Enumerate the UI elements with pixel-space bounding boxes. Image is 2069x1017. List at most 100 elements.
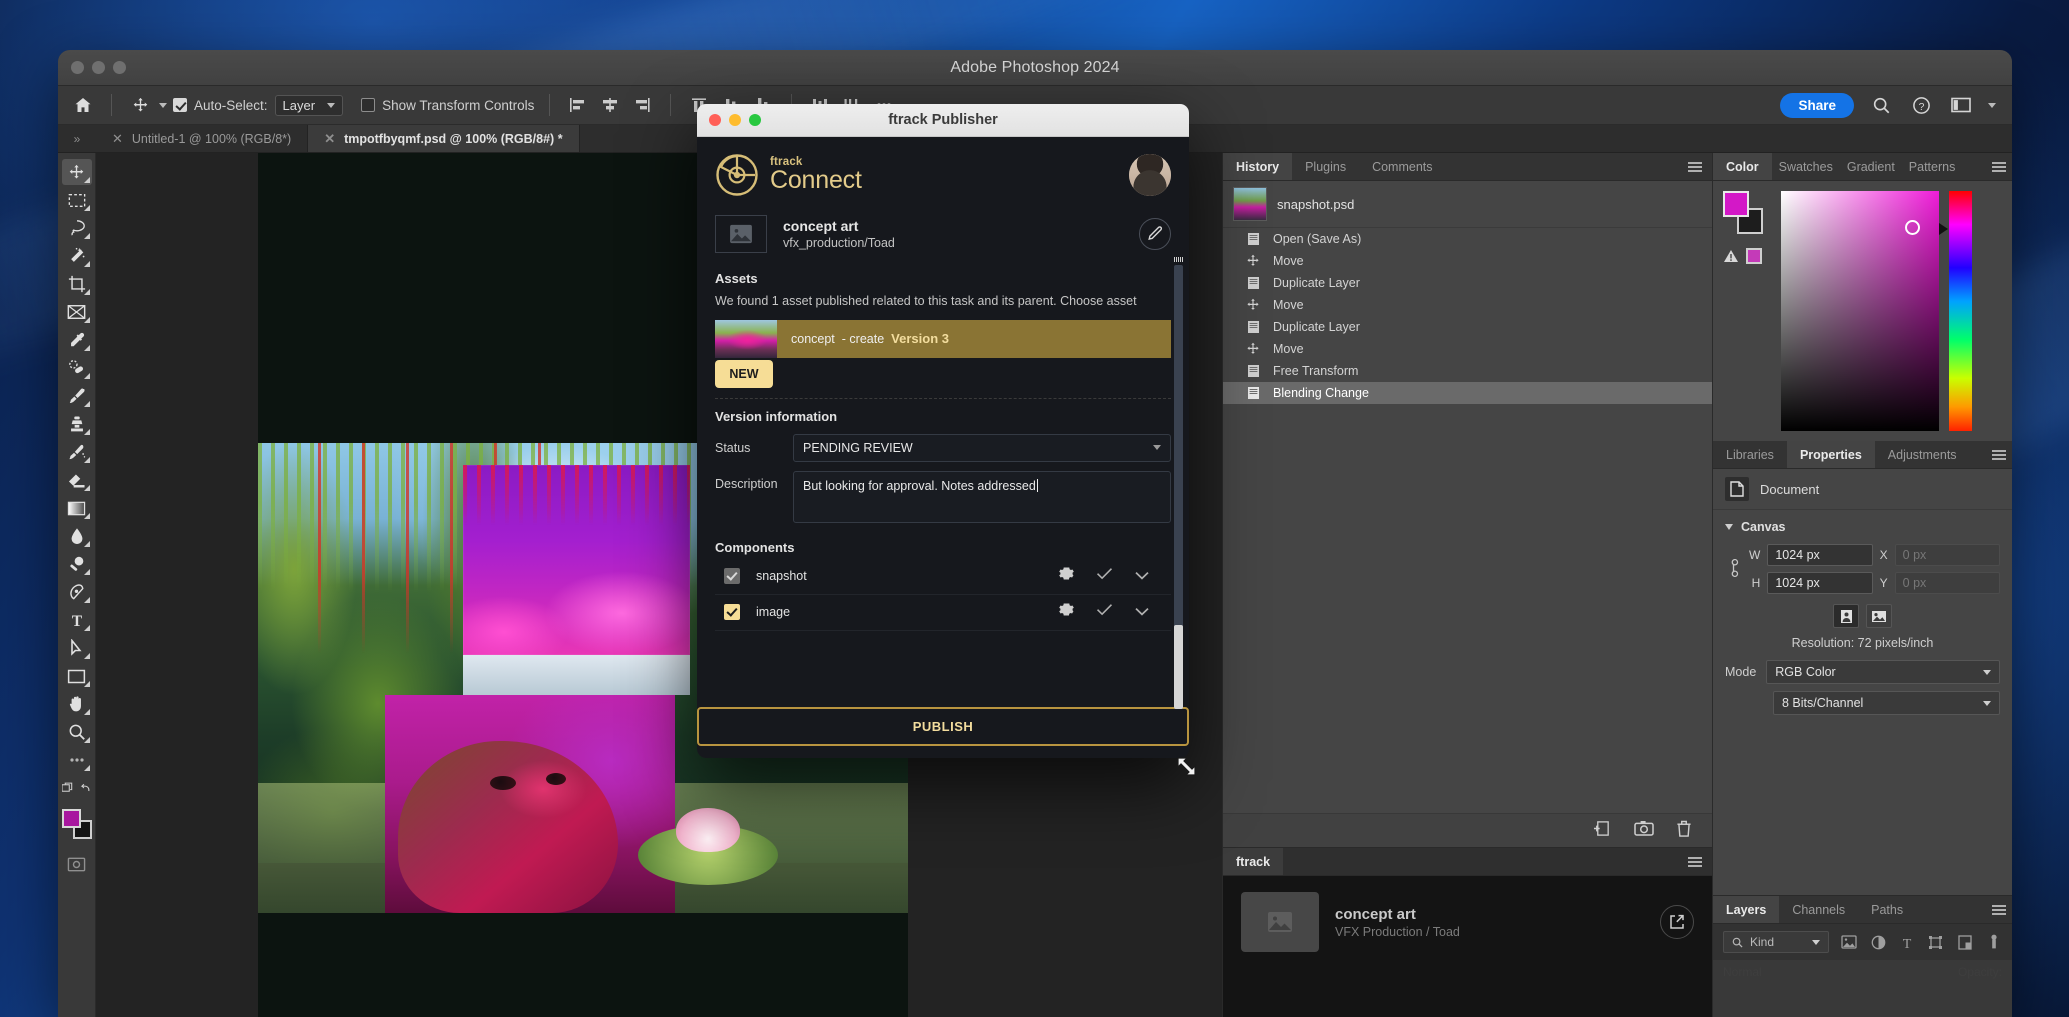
- publisher-scrollbar[interactable]: [1174, 257, 1183, 709]
- auto-select-checkbox[interactable]: [173, 98, 187, 112]
- description-input[interactable]: But looking for approval. Notes addresse…: [793, 470, 1171, 523]
- filter-smart-object-icon[interactable]: [1956, 933, 1973, 951]
- history-item[interactable]: Duplicate Layer: [1223, 272, 1712, 294]
- brush-icon[interactable]: [62, 383, 92, 409]
- chevron-down-icon[interactable]: [1135, 603, 1149, 621]
- panel-menu-icon[interactable]: [1992, 153, 2012, 180]
- edit-toolbar-icon[interactable]: [62, 747, 92, 773]
- filter-adjustment-icon[interactable]: [1870, 933, 1887, 951]
- y-input[interactable]: 0 px: [1894, 572, 2000, 594]
- tab-gradient[interactable]: Gradient: [1840, 153, 1902, 180]
- move-tool-chevron-icon[interactable]: [159, 102, 167, 108]
- gear-icon[interactable]: [1059, 602, 1074, 622]
- auto-select-dropdown[interactable]: Layer: [274, 94, 344, 116]
- filter-pixel-icon[interactable]: [1841, 933, 1858, 951]
- hand-icon[interactable]: [62, 691, 92, 717]
- history-item[interactable]: Move: [1223, 338, 1712, 360]
- scrollbar-thumb[interactable]: [1174, 625, 1183, 709]
- landscape-orientation-icon[interactable]: [1866, 604, 1892, 628]
- rectangle-shape-icon[interactable]: [62, 663, 92, 689]
- x-input[interactable]: 0 px: [1894, 544, 2000, 566]
- chevron-down-icon[interactable]: [1135, 567, 1149, 585]
- create-document-from-state-icon[interactable]: [1593, 820, 1612, 842]
- component-row[interactable]: image: [715, 595, 1171, 631]
- hue-slider-marker[interactable]: [1939, 223, 1948, 235]
- magic-wand-icon[interactable]: [62, 243, 92, 269]
- tab-overflow-icon[interactable]: »: [58, 125, 96, 152]
- user-avatar[interactable]: [1129, 154, 1171, 196]
- tab-ftrack[interactable]: ftrack: [1223, 848, 1284, 875]
- document-tab-untitled[interactable]: ✕ Untitled-1 @ 100% (RGB/8*): [96, 125, 309, 152]
- home-icon[interactable]: [70, 92, 96, 118]
- create-snapshot-icon[interactable]: [1634, 820, 1654, 841]
- gradient-icon[interactable]: [62, 495, 92, 521]
- height-input[interactable]: 1024 px: [1767, 572, 1873, 594]
- tab-plugins[interactable]: Plugins: [1292, 153, 1359, 180]
- portrait-orientation-icon[interactable]: [1833, 604, 1859, 628]
- history-item[interactable]: Open (Save As): [1223, 228, 1712, 250]
- lasso-icon[interactable]: [62, 215, 92, 241]
- panel-menu-icon[interactable]: [1688, 153, 1712, 180]
- blend-mode-value[interactable]: Normal: [1723, 965, 1762, 979]
- dodge-icon[interactable]: [62, 551, 92, 577]
- component-checkbox[interactable]: [724, 568, 740, 585]
- workspace-icon[interactable]: [1948, 92, 1974, 118]
- move-tool-icon[interactable]: [127, 92, 153, 118]
- gamut-substitute-swatch[interactable]: [1746, 248, 1762, 264]
- show-transform-checkbox[interactable]: [361, 98, 376, 112]
- delete-icon[interactable]: [1676, 820, 1692, 842]
- canvas-section-title[interactable]: Canvas: [1725, 520, 2000, 534]
- eyedropper-icon[interactable]: [62, 327, 92, 353]
- history-brush-icon[interactable]: [62, 439, 92, 465]
- link-icon[interactable]: [1725, 558, 1741, 580]
- history-item[interactable]: Duplicate Layer: [1223, 316, 1712, 338]
- type-icon[interactable]: T: [62, 607, 92, 633]
- history-item-selected[interactable]: Blending Change: [1223, 382, 1712, 404]
- component-row[interactable]: snapshot: [715, 559, 1171, 595]
- history-item[interactable]: Move: [1223, 250, 1712, 272]
- close-icon[interactable]: ✕: [112, 132, 123, 145]
- filter-toggle-icon[interactable]: [1985, 933, 2002, 951]
- color-mode-dropdown[interactable]: RGB Color: [1766, 660, 2000, 684]
- tab-adjustments[interactable]: Adjustments: [1875, 441, 1970, 468]
- color-field[interactable]: [1781, 191, 1939, 431]
- chevron-down-icon[interactable]: [1988, 102, 1996, 108]
- tab-channels[interactable]: Channels: [1779, 896, 1858, 923]
- history-snapshot-row[interactable]: snapshot.psd: [1223, 181, 1712, 228]
- move-tool-icon[interactable]: [61, 159, 92, 185]
- pencil-icon[interactable]: [1139, 218, 1171, 250]
- check-icon[interactable]: [1096, 603, 1113, 621]
- tab-layers[interactable]: Layers: [1713, 896, 1780, 923]
- history-item[interactable]: Move: [1223, 294, 1712, 316]
- layer-kind-dropdown[interactable]: Kind: [1723, 931, 1829, 953]
- check-icon[interactable]: [1096, 567, 1113, 585]
- quick-mask-and-history-icons[interactable]: [61, 775, 92, 801]
- align-left-icon[interactable]: [565, 92, 591, 118]
- pen-icon[interactable]: [62, 579, 92, 605]
- clone-stamp-icon[interactable]: [62, 411, 92, 437]
- width-input[interactable]: 1024 px: [1767, 544, 1873, 566]
- filter-type-icon[interactable]: T: [1899, 933, 1916, 951]
- tab-patterns[interactable]: Patterns: [1902, 153, 1963, 180]
- chevron-down-icon[interactable]: [1725, 524, 1733, 530]
- history-item[interactable]: Free Transform: [1223, 360, 1712, 382]
- scrollbar-grip[interactable]: [1174, 257, 1183, 262]
- share-button[interactable]: Share: [1780, 92, 1854, 118]
- component-checkbox[interactable]: [724, 604, 740, 621]
- asset-option-row[interactable]: concept - create Version 3: [715, 319, 1171, 358]
- crop-icon[interactable]: [62, 271, 92, 297]
- tab-swatches[interactable]: Swatches: [1772, 153, 1840, 180]
- foreground-color-swatch[interactable]: [61, 809, 81, 828]
- foreground-background-color[interactable]: [61, 809, 92, 839]
- hue-slider[interactable]: [1939, 191, 1972, 431]
- gear-icon[interactable]: [1059, 566, 1074, 586]
- eraser-icon[interactable]: [62, 467, 92, 493]
- align-center-horizontal-icon[interactable]: [597, 92, 623, 118]
- blur-drop-icon[interactable]: [62, 523, 92, 549]
- tab-color[interactable]: Color: [1713, 153, 1772, 180]
- publish-button[interactable]: PUBLISH: [697, 707, 1189, 746]
- ftrack-publisher-dialog[interactable]: ftrack Publisher ftrack Connect concept …: [697, 104, 1189, 758]
- help-icon[interactable]: ?: [1908, 92, 1934, 118]
- rectangular-marquee-icon[interactable]: [62, 187, 92, 213]
- close-icon[interactable]: ✕: [324, 132, 335, 145]
